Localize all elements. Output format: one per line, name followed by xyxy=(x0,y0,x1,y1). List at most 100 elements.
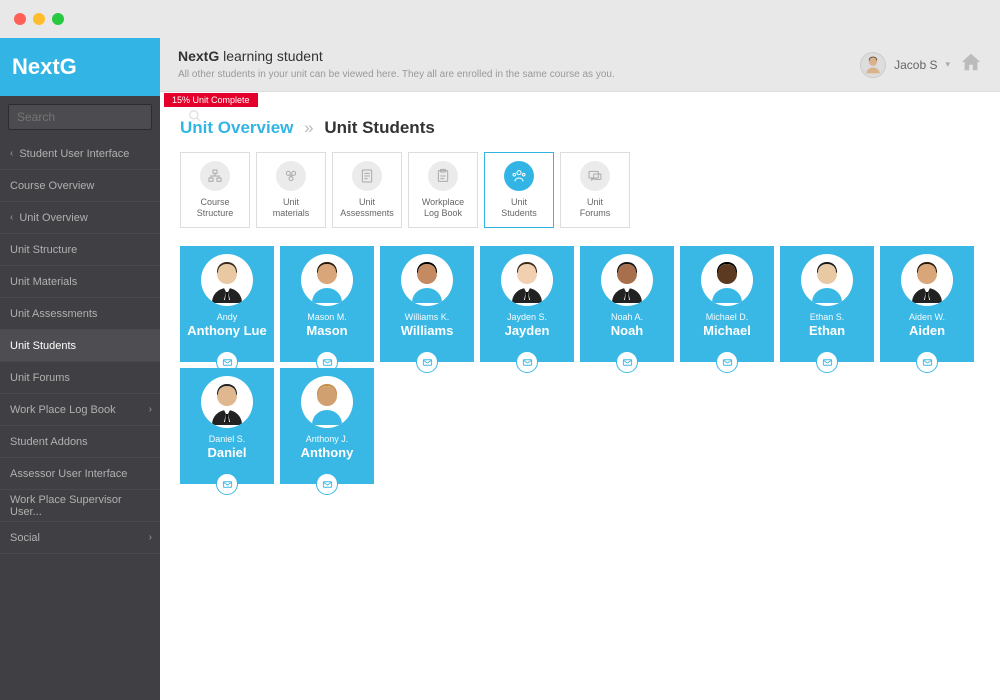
student-name: Anthony xyxy=(301,445,354,460)
student-avatar xyxy=(301,254,353,306)
student-card[interactable]: Aiden W.Aiden xyxy=(880,246,974,362)
breadcrumb-unit-overview[interactable]: Unit Overview xyxy=(180,118,293,137)
sidebar-item-unit-materials[interactable]: Unit Materials xyxy=(0,266,160,298)
student-avatar xyxy=(601,254,653,306)
student-avatar xyxy=(201,254,253,306)
user-menu[interactable]: Jacob S ▾ xyxy=(860,52,950,78)
sidebar-item-unit-structure[interactable]: Unit Structure xyxy=(0,234,160,266)
student-subtitle: Ethan S. xyxy=(810,312,845,322)
search-input[interactable] xyxy=(9,110,180,124)
progress-badge: 15% Unit Complete xyxy=(164,93,258,107)
mail-button[interactable] xyxy=(716,351,738,373)
student-avatar xyxy=(201,376,253,428)
sidebar-item-label: Unit Students xyxy=(10,340,76,352)
zoom-dot[interactable] xyxy=(52,13,64,25)
student-avatar xyxy=(801,254,853,306)
sidebar-item-label: Unit Overview xyxy=(19,212,87,224)
student-name: Daniel xyxy=(207,445,246,460)
student-grid: AndyAnthony LueMason M.MasonWilliams K.W… xyxy=(160,228,1000,502)
breadcrumb-separator: » xyxy=(304,118,313,137)
sidebar-item-label: Unit Materials xyxy=(10,276,77,288)
mail-button[interactable] xyxy=(216,473,238,495)
minimize-dot[interactable] xyxy=(33,13,45,25)
sidebar-item-work-place-supervisor-user-[interactable]: Work Place Supervisor User... xyxy=(0,490,160,522)
close-dot[interactable] xyxy=(14,13,26,25)
student-subtitle: Mason M. xyxy=(307,312,347,322)
sidebar-item-unit-overview[interactable]: ‹Unit Overview xyxy=(0,202,160,234)
sidebar-item-assessor-user-interface[interactable]: Assessor User Interface xyxy=(0,458,160,490)
topbar: NextG learning student All other student… xyxy=(160,38,1000,92)
mail-button[interactable] xyxy=(616,351,638,373)
student-subtitle: Noah A. xyxy=(611,312,643,322)
sidebar-item-unit-forums[interactable]: Unit Forums xyxy=(0,362,160,394)
tab-label: Unit materials xyxy=(273,197,310,219)
student-name: Aiden xyxy=(909,323,945,338)
student-name: Mason xyxy=(306,323,347,338)
student-card[interactable]: AndyAnthony Lue xyxy=(180,246,274,362)
student-name: Williams xyxy=(401,323,454,338)
tab-structure[interactable]: Course Structure xyxy=(180,152,250,228)
student-card[interactable]: Williams K.Williams xyxy=(380,246,474,362)
chevron-down-icon: ▾ xyxy=(945,59,950,70)
student-card[interactable]: Anthony J.Anthony xyxy=(280,368,374,484)
search-input-wrap[interactable] xyxy=(8,104,152,130)
sidebar-item-student-user-interface[interactable]: ‹ Student User Interface xyxy=(0,138,160,170)
chevron-right-icon: › xyxy=(149,404,152,415)
students-icon xyxy=(504,161,534,191)
tab-label: Unit Students xyxy=(501,197,537,219)
structure-icon xyxy=(200,161,230,191)
student-avatar xyxy=(901,254,953,306)
main-content: NextG learning student All other student… xyxy=(160,38,1000,700)
student-avatar xyxy=(301,376,353,428)
mail-button[interactable] xyxy=(416,351,438,373)
student-subtitle: Michael D. xyxy=(706,312,749,322)
mail-button[interactable] xyxy=(316,473,338,495)
sidebar-item-label: Student User Interface xyxy=(19,148,129,160)
sidebar-item-work-place-log-book[interactable]: Work Place Log Book › xyxy=(0,394,160,426)
window-chrome xyxy=(0,0,1000,38)
sidebar-item-student-addons[interactable]: Student Addons xyxy=(0,426,160,458)
student-avatar xyxy=(501,254,553,306)
student-subtitle: Williams K. xyxy=(405,312,450,322)
student-name: Jayden xyxy=(505,323,550,338)
sidebar-item-label: Social xyxy=(10,532,40,544)
tab-materials[interactable]: Unit materials xyxy=(256,152,326,228)
sidebar-item-social[interactable]: Social › xyxy=(0,522,160,554)
tab-label: Unit Forums xyxy=(580,197,611,219)
tab-assess[interactable]: Unit Assessments xyxy=(332,152,402,228)
student-name: Ethan xyxy=(809,323,845,338)
chevron-left-icon: ‹ xyxy=(10,148,13,159)
assess-icon xyxy=(352,161,382,191)
mail-button[interactable] xyxy=(916,351,938,373)
student-subtitle: Andy xyxy=(217,312,238,322)
student-name: Michael xyxy=(703,323,751,338)
student-card[interactable]: Daniel S.Daniel xyxy=(180,368,274,484)
tab-forums[interactable]: Unit Forums xyxy=(560,152,630,228)
sidebar-item-label: Course Overview xyxy=(10,180,94,192)
student-card[interactable]: Noah A.Noah xyxy=(580,246,674,362)
student-card[interactable]: Mason M.Mason xyxy=(280,246,374,362)
home-icon[interactable] xyxy=(960,51,982,79)
mail-button[interactable] xyxy=(516,351,538,373)
sidebar-item-unit-students[interactable]: Unit Students xyxy=(0,330,160,362)
mail-button[interactable] xyxy=(816,351,838,373)
chevron-right-icon: › xyxy=(149,532,152,543)
breadcrumb-current: Unit Students xyxy=(324,118,435,137)
sidebar-item-course-overview[interactable]: Course Overview xyxy=(0,170,160,202)
unit-tabs: Course Structure Unit materials Unit Asses… xyxy=(160,152,1000,228)
student-avatar xyxy=(401,254,453,306)
student-subtitle: Jayden S. xyxy=(507,312,547,322)
tab-logbook[interactable]: Workplace Log Book xyxy=(408,152,478,228)
sidebar-item-label: Work Place Log Book xyxy=(10,404,116,416)
student-card[interactable]: Jayden S.Jayden xyxy=(480,246,574,362)
student-card[interactable]: Michael D.Michael xyxy=(680,246,774,362)
page-subtitle: All other students in your unit can be v… xyxy=(178,68,860,81)
student-card[interactable]: Ethan S.Ethan xyxy=(780,246,874,362)
tab-students[interactable]: Unit Students xyxy=(484,152,554,228)
sidebar-item-unit-assessments[interactable]: Unit Assessments xyxy=(0,298,160,330)
breadcrumb: Unit Overview » Unit Students xyxy=(160,106,1000,152)
student-name: Anthony Lue xyxy=(187,323,266,338)
sidebar-item-label: Unit Forums xyxy=(10,372,70,384)
sidebar-item-label: Work Place Supervisor User... xyxy=(10,494,150,518)
materials-icon xyxy=(276,161,306,191)
